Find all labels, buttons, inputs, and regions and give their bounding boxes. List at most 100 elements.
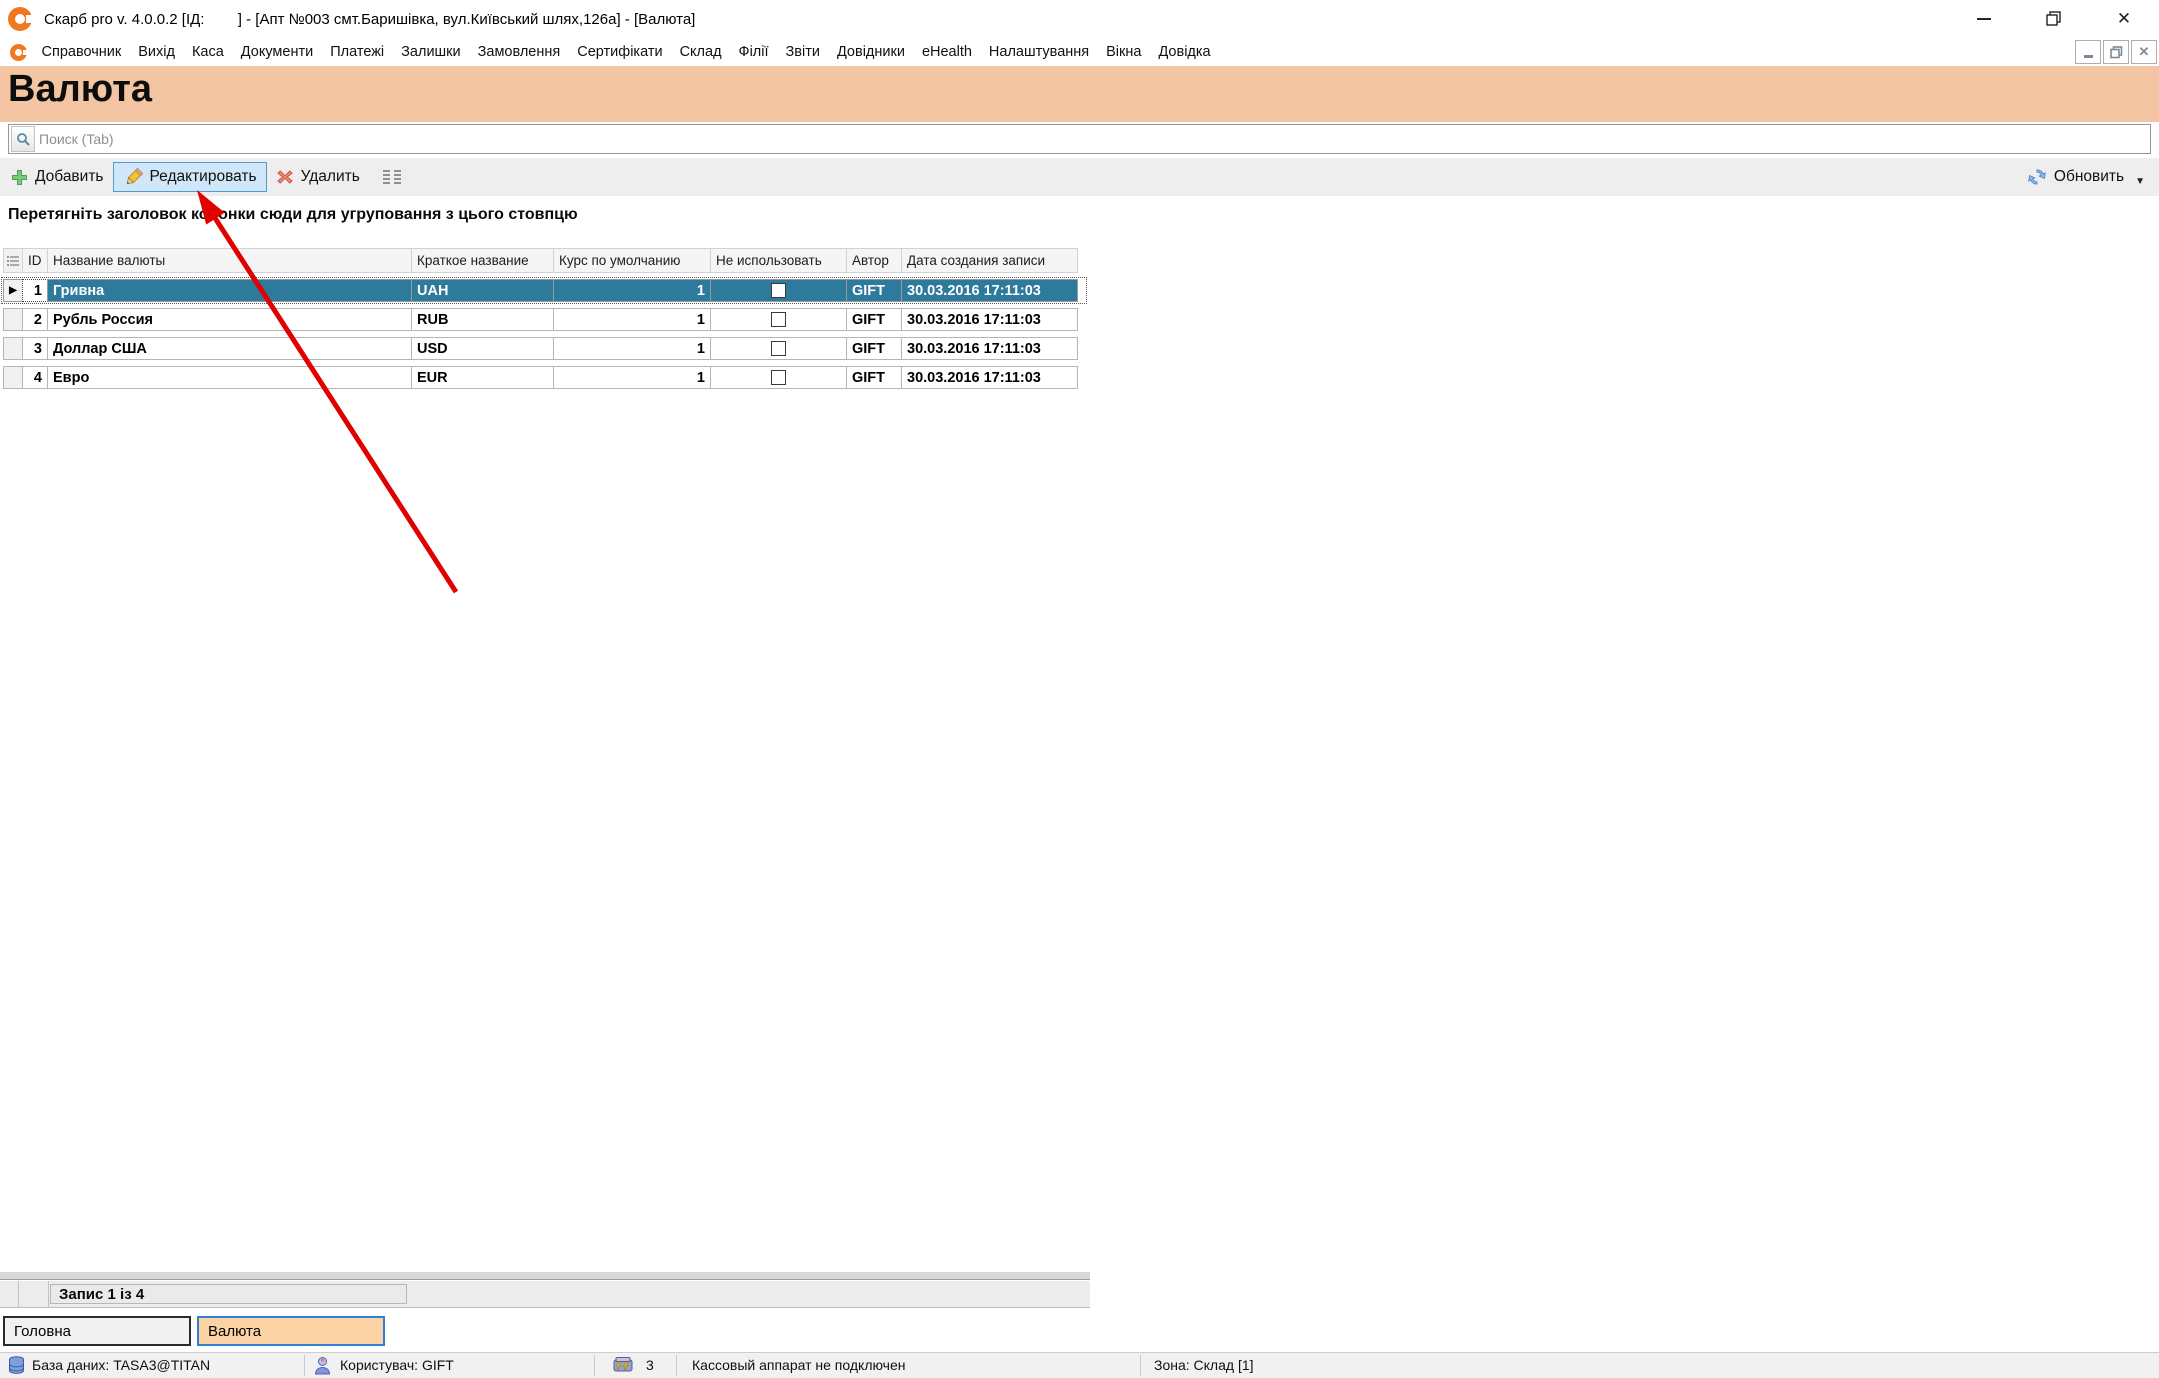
delete-button-label: Удалить [301, 168, 360, 186]
cell-author[interactable]: GIFT [846, 366, 902, 389]
menu-item-8[interactable]: Сертифікати [569, 38, 671, 66]
status-separator [594, 1355, 595, 1376]
mdi-close-button[interactable]: ✕ [2131, 40, 2157, 64]
cell-created-date[interactable]: 30.03.2016 17:11:03 [901, 308, 1078, 331]
menu-item-1[interactable]: Справочник [33, 38, 130, 66]
cell-id[interactable]: 2 [22, 308, 48, 331]
table-row[interactable]: 4 Евро EUR 1 GIFT 30.03.2016 17:11:03 [3, 366, 1085, 389]
column-header-name[interactable]: Название валюты [47, 248, 412, 273]
menu-item-6[interactable]: Залишки [393, 38, 469, 66]
cell-currency-name[interactable]: Рубль Россия [47, 308, 412, 331]
search-icon [11, 126, 35, 152]
add-button-label: Добавить [35, 168, 104, 186]
cell-not-used[interactable] [710, 279, 847, 302]
delete-button[interactable]: Удалить [267, 162, 369, 192]
window-title: Скарб pro v. 4.0.0.2 [ІД: ] - [Апт №003 … [44, 11, 695, 28]
menu-item-16[interactable]: Довідка [1150, 38, 1219, 66]
page-title: Валюта [8, 68, 152, 111]
row-selector-header[interactable] [3, 248, 23, 273]
panel-divider [18, 1281, 19, 1307]
cell-default-rate[interactable]: 1 [553, 337, 711, 360]
toolbar: Добавить Редактировать Удалить [0, 158, 2159, 196]
column-header-id[interactable]: ID [22, 248, 48, 273]
refresh-dropdown-icon[interactable]: ▼ [2135, 176, 2145, 187]
mdi-minimize-button[interactable] [2075, 40, 2101, 64]
status-count: 3 [646, 1357, 654, 1373]
menu-item-5[interactable]: Платежі [322, 38, 393, 66]
tab-головна[interactable]: Головна [3, 1316, 191, 1346]
cell-id[interactable]: 1 [22, 279, 48, 302]
cell-created-date[interactable]: 30.03.2016 17:11:03 [901, 279, 1078, 302]
not-used-checkbox[interactable] [771, 283, 786, 298]
menu-item-11[interactable]: Звіти [777, 38, 828, 66]
cell-id[interactable]: 3 [22, 337, 48, 360]
column-header-created[interactable]: Дата создания записи [901, 248, 1078, 273]
mdi-close-icon: ✕ [2139, 44, 2150, 60]
menu-item-2[interactable]: Вихід [130, 38, 184, 66]
menu-item-10[interactable]: Філії [730, 38, 777, 66]
cell-author[interactable]: GIFT [846, 337, 902, 360]
column-header-code[interactable]: Краткое название [411, 248, 554, 273]
cell-not-used[interactable] [710, 337, 847, 360]
not-used-checkbox[interactable] [771, 312, 786, 327]
cell-short-name[interactable]: RUB [411, 308, 554, 331]
table-row[interactable]: 3 Доллар США USD 1 GIFT 30.03.2016 17:11… [3, 337, 1085, 360]
edit-button[interactable]: Редактировать [113, 162, 267, 192]
cell-short-name[interactable]: UAH [411, 279, 554, 302]
restore-button[interactable] [2019, 0, 2089, 38]
cell-default-rate[interactable]: 1 [553, 366, 711, 389]
cell-short-name[interactable]: EUR [411, 366, 554, 389]
column-header-rate[interactable]: Курс по умолчанию [553, 248, 711, 273]
search-input[interactable]: Поиск (Tab) [8, 124, 2151, 154]
cell-not-used[interactable] [710, 308, 847, 331]
cell-currency-name[interactable]: Доллар США [47, 337, 412, 360]
menu-item-9[interactable]: Склад [671, 38, 730, 66]
delete-x-icon [276, 169, 294, 185]
cell-author[interactable]: GIFT [846, 279, 902, 302]
title-bar: Скарб pro v. 4.0.0.2 [ІД: ] - [Апт №003 … [0, 0, 2159, 38]
refresh-button-label: Обновить [2054, 168, 2124, 186]
table-row[interactable]: ▶ 1 Гривна UAH 1 GIFT 30.03.2016 17:11:0… [3, 279, 1085, 302]
edit-button-label: Редактировать [150, 168, 257, 186]
status-bar: База даних: TASA3@TITAN Користувач: GIFT… [0, 1352, 2159, 1378]
add-button[interactable]: Добавить [2, 162, 113, 192]
menu-item-4[interactable]: Документи [232, 38, 321, 66]
column-chooser-button[interactable] [373, 162, 411, 192]
cell-not-used[interactable] [710, 366, 847, 389]
not-used-checkbox[interactable] [771, 341, 786, 356]
plus-icon [11, 169, 28, 186]
menu-item-7[interactable]: Замовлення [469, 38, 569, 66]
grid-header-row: ID Название валюты Краткое название Курс… [3, 248, 1085, 273]
page-header: Валюта [0, 66, 2159, 122]
cell-currency-name[interactable]: Гривна [47, 279, 412, 302]
menu-item-3[interactable]: Каса [183, 38, 232, 66]
menu-item-15[interactable]: Вікна [1098, 38, 1150, 66]
row-indicator [3, 366, 23, 389]
not-used-checkbox[interactable] [771, 370, 786, 385]
cell-created-date[interactable]: 30.03.2016 17:11:03 [901, 337, 1078, 360]
cell-created-date[interactable]: 30.03.2016 17:11:03 [901, 366, 1078, 389]
close-button[interactable]: ✕ [2089, 0, 2159, 38]
refresh-button[interactable]: Обновить ▼ [2027, 162, 2145, 192]
menu-item-14[interactable]: Налаштування [980, 38, 1097, 66]
cell-currency-name[interactable]: Евро [47, 366, 412, 389]
menu-item-12[interactable]: Довідники [828, 38, 913, 66]
cell-default-rate[interactable]: 1 [553, 308, 711, 331]
cell-default-rate[interactable]: 1 [553, 279, 711, 302]
grid-body: ▶ 1 Гривна UAH 1 GIFT 30.03.2016 17:11:0… [3, 279, 1085, 389]
tab-валюта[interactable]: Валюта [197, 1316, 385, 1346]
cell-short-name[interactable]: USD [411, 337, 554, 360]
pencil-icon [123, 168, 143, 187]
column-header-author[interactable]: Автор [846, 248, 902, 273]
column-header-notused[interactable]: Не использовать [710, 248, 847, 273]
minimize-icon [1977, 18, 1991, 20]
table-row[interactable]: 2 Рубль Россия RUB 1 GIFT 30.03.2016 17:… [3, 308, 1085, 331]
minimize-button[interactable] [1949, 0, 2019, 38]
cell-id[interactable]: 4 [22, 366, 48, 389]
mdi-restore-button[interactable] [2103, 40, 2129, 64]
cell-author[interactable]: GIFT [846, 308, 902, 331]
search-placeholder: Поиск (Tab) [39, 131, 114, 147]
menu-bar: СправочникВихідКасаДокументиПлатежіЗалиш… [0, 38, 2159, 66]
menu-item-13[interactable]: eHealth [913, 38, 980, 66]
record-count-text: Запис 1 із 4 [59, 1286, 144, 1303]
